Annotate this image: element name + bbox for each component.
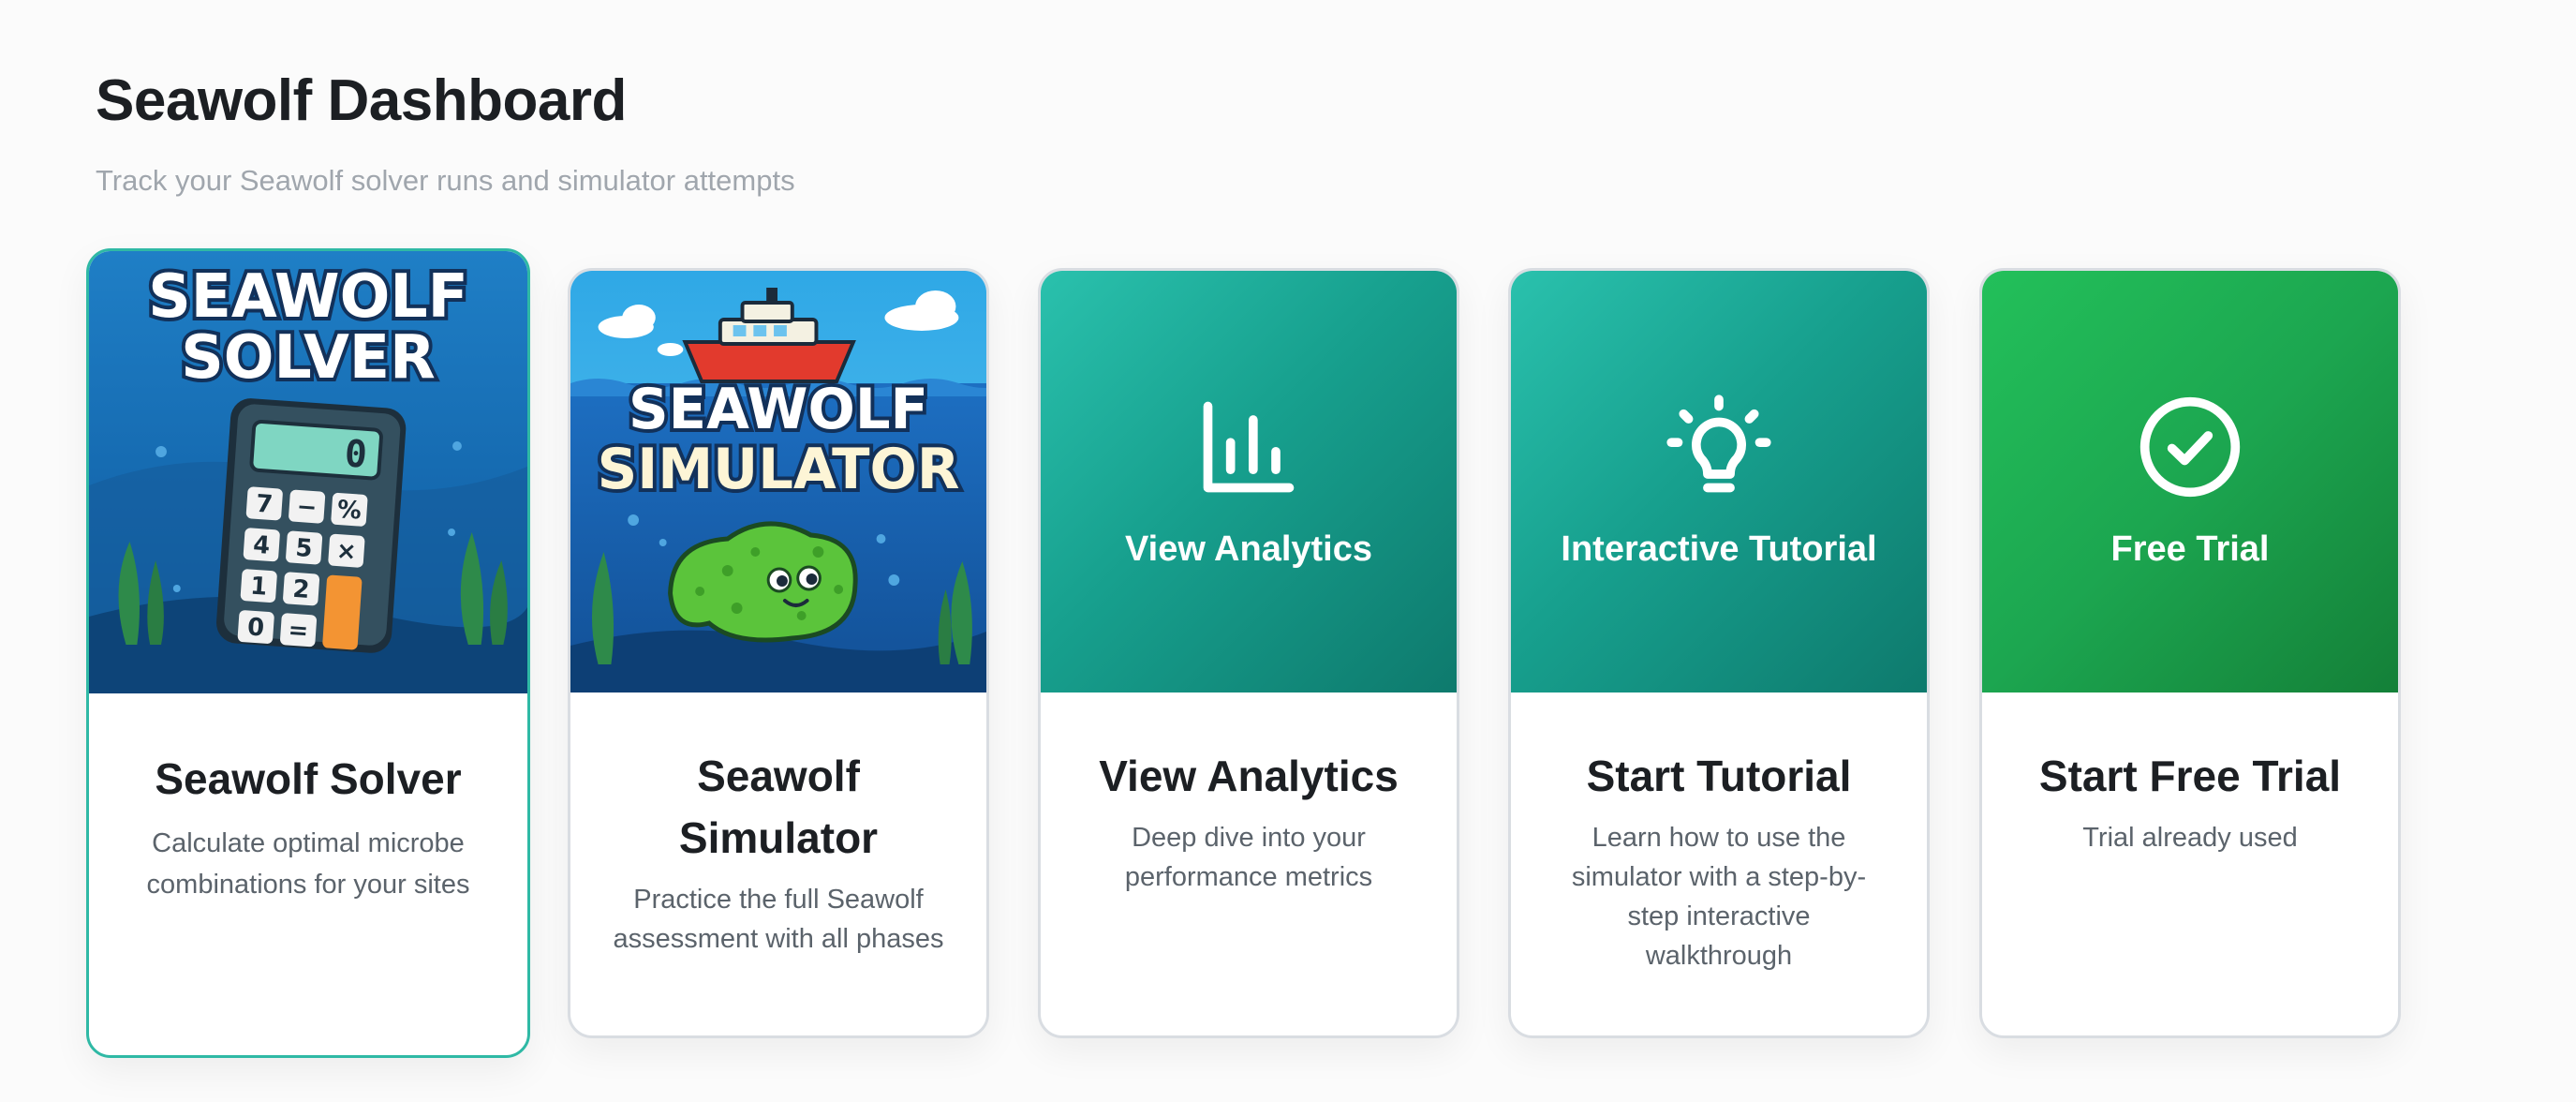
card-description: Deep dive into your performance metrics <box>1124 823 1373 892</box>
svg-text:2: 2 <box>292 575 311 604</box>
svg-text:1: 1 <box>249 572 268 601</box>
bar-chart-icon <box>1203 401 1295 493</box>
svg-text:−: − <box>296 493 318 523</box>
simulator-image-title-line2: SIMULATOR <box>598 438 960 502</box>
lightbulb-icon <box>1666 395 1771 493</box>
card-body: Seawolf Solver Calculate optimal microbe… <box>89 693 527 1055</box>
analytics-media-label: View Analytics <box>1124 529 1372 569</box>
card-description: Trial already used <box>2082 823 2298 853</box>
calculator-icon: 0 7 − % 4 5 × 1 2 0 = <box>216 398 407 653</box>
card-title: View Analytics <box>1099 752 1399 800</box>
svg-text:4: 4 <box>252 531 271 560</box>
solver-cover-image: SEAWOLF SOLVER 0 7 − % 4 5 × 1 2 0 = <box>89 251 527 693</box>
svg-text:0: 0 <box>246 613 265 642</box>
svg-text:5: 5 <box>295 534 314 563</box>
card-seawolf-simulator[interactable]: SEAWOLF SIMULATOR Seawolf Simulator Prac… <box>568 268 989 1038</box>
analytics-cover: View Analytics <box>1041 271 1457 692</box>
card-description: Practice the full Seawolf assessment wit… <box>613 885 944 954</box>
card-title: Seawolf Solver <box>155 754 462 803</box>
card-start-tutorial[interactable]: Interactive Tutorial Start Tutorial Lear… <box>1508 268 1930 1038</box>
page-title: Seawolf Dashboard <box>96 68 627 133</box>
card-description: Calculate optimal microbe combinations f… <box>146 828 470 900</box>
svg-text:×: × <box>335 537 358 567</box>
simulator-image-title-line1: SEAWOLF <box>629 378 928 442</box>
card-title: Seawolf Simulator <box>678 752 879 862</box>
tutorial-cover: Interactive Tutorial <box>1511 271 1927 692</box>
page-subtitle: Track your Seawolf solver runs and simul… <box>96 164 795 197</box>
svg-text:=: = <box>288 616 310 646</box>
card-title: Start Tutorial <box>1586 752 1852 800</box>
card-body: View Analytics Deep dive into your perfo… <box>1041 692 1457 1035</box>
card-body: Seawolf Simulator Practice the full Seaw… <box>570 692 986 1035</box>
card-description: Learn how to use the simulator with a st… <box>1571 823 1867 971</box>
solver-image-title-line2: SOLVER <box>181 322 435 392</box>
card-title: Start Free Trial <box>2038 752 2342 800</box>
tutorial-media-label: Interactive Tutorial <box>1561 529 1877 569</box>
free-trial-media-label: Free Trial <box>2110 529 2270 569</box>
calculator-display: 0 <box>343 432 368 477</box>
card-body: Start Free Trial Trial already used <box>1982 692 2398 1035</box>
card-body: Start Tutorial Learn how to use the simu… <box>1511 692 1927 1035</box>
card-start-free-trial[interactable]: Free Trial Start Free Trial Trial alread… <box>1979 268 2401 1038</box>
check-circle-icon <box>2139 396 2241 498</box>
card-seawolf-solver[interactable]: SEAWOLF SOLVER 0 7 − % 4 5 × 1 2 0 = Sea… <box>86 248 530 1058</box>
free-trial-cover: Free Trial <box>1982 271 2398 692</box>
simulator-cover-image: SEAWOLF SIMULATOR <box>570 271 986 692</box>
svg-text:7: 7 <box>255 490 274 519</box>
svg-text:%: % <box>336 496 363 526</box>
solver-image-title-line1: SEAWOLF <box>148 261 468 331</box>
card-view-analytics[interactable]: View Analytics View Analytics Deep dive … <box>1038 268 1459 1038</box>
